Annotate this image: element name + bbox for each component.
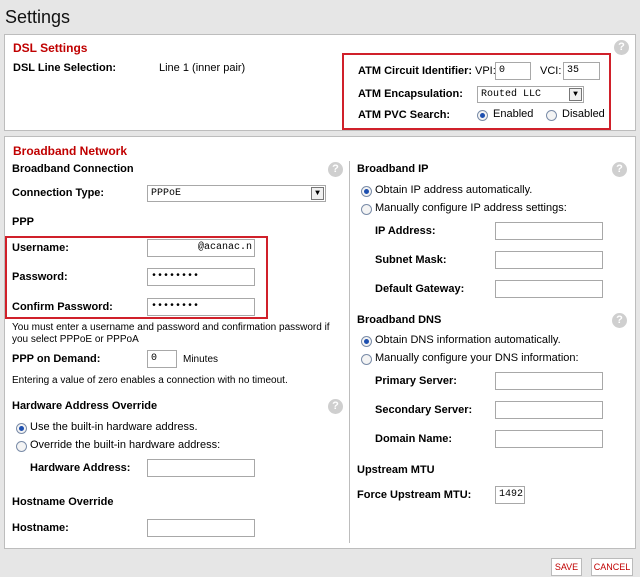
default-gateway-label: Default Gateway: (375, 283, 465, 295)
help-icon[interactable]: ? (328, 399, 343, 414)
help-icon[interactable]: ? (614, 40, 629, 55)
hostname-override-heading: Hostname Override (12, 496, 114, 508)
ppp-heading: PPP (12, 216, 35, 228)
dns-auto-radio[interactable] (361, 336, 372, 347)
hardware-builtin-radio[interactable] (16, 423, 27, 434)
zero-timeout-note: Entering a value of zero enables a conne… (12, 375, 288, 386)
ip-address-input[interactable] (495, 222, 603, 240)
upstream-mtu-heading: Upstream MTU (357, 464, 435, 476)
subnet-mask-input[interactable] (495, 251, 603, 269)
ip-address-label: IP Address: (375, 225, 436, 237)
atm-encapsulation-label: ATM Encapsulation: (358, 88, 463, 100)
confirm-password-label: Confirm Password: (12, 301, 113, 313)
secondary-server-input[interactable] (495, 401, 603, 419)
ip-auto-label: Obtain IP address automatically. (375, 184, 533, 196)
force-mtu-label: Force Upstream MTU: (357, 489, 472, 501)
pvc-enabled-radio[interactable] (477, 110, 488, 121)
vpi-label: VPI: (475, 65, 496, 77)
default-gateway-input[interactable] (495, 280, 603, 298)
broadband-section-title: Broadband Network (13, 144, 128, 158)
broadband-dns-heading: Broadband DNS (357, 314, 442, 326)
hardware-override-radio[interactable] (16, 441, 27, 452)
username-input[interactable]: @acanac.n (147, 239, 255, 257)
domain-name-input[interactable] (495, 430, 603, 448)
pvc-search-label: ATM PVC Search: (358, 109, 451, 121)
secondary-server-label: Secondary Server: (375, 404, 473, 416)
pvc-enabled-label: Enabled (493, 108, 534, 120)
pvc-disabled-label: Disabled (562, 108, 605, 120)
connection-type-select[interactable]: PPPoE ▼ (147, 185, 326, 202)
cancel-button[interactable]: CANCEL (591, 558, 633, 576)
pvc-disabled-radio[interactable] (546, 110, 557, 121)
dsl-line-selection-label: DSL Line Selection: (13, 62, 117, 74)
ppp-on-demand-input[interactable]: 0 (147, 350, 177, 368)
broadband-connection-heading: Broadband Connection (12, 163, 134, 175)
ip-manual-radio[interactable] (361, 204, 372, 215)
page-title: Settings (5, 7, 71, 27)
hostname-label: Hostname: (12, 522, 69, 534)
help-icon[interactable]: ? (612, 313, 627, 328)
vci-input[interactable]: 35 (563, 62, 600, 80)
primary-server-input[interactable] (495, 372, 603, 390)
ip-auto-radio[interactable] (361, 186, 372, 197)
broadband-ip-heading: Broadband IP (357, 163, 429, 175)
password-label: Password: (12, 271, 68, 283)
ppp-on-demand-unit: Minutes (183, 354, 219, 365)
column-divider (349, 161, 350, 543)
hardware-address-label: Hardware Address: (30, 462, 131, 474)
atm-encapsulation-value: Routed LLC (481, 89, 542, 100)
subnet-mask-label: Subnet Mask: (375, 254, 447, 266)
username-value: @acanac.n (198, 242, 253, 253)
hardware-override-heading: Hardware Address Override (12, 400, 158, 412)
dns-manual-label: Manually configure your DNS information: (375, 352, 579, 364)
ppp-on-demand-label: PPP on Demand: (12, 353, 101, 365)
atm-circuit-label: ATM Circuit Identifier: (358, 65, 473, 77)
dns-manual-radio[interactable] (361, 354, 372, 365)
save-button[interactable]: SAVE (551, 558, 582, 576)
atm-encapsulation-select[interactable]: Routed LLC ▼ (477, 86, 584, 103)
primary-server-label: Primary Server: (375, 375, 457, 387)
dsl-section-title: DSL Settings (13, 41, 88, 55)
domain-name-label: Domain Name: (375, 433, 453, 445)
hardware-builtin-label: Use the built-in hardware address. (30, 421, 198, 433)
confirm-password-input[interactable]: •••••••• (147, 298, 255, 316)
ip-manual-label: Manually configure IP address settings: (375, 202, 567, 214)
hardware-address-input[interactable] (147, 459, 255, 477)
dns-auto-label: Obtain DNS information automatically. (375, 334, 561, 346)
vci-label: VCI: (540, 65, 562, 77)
chevron-down-icon: ▼ (311, 187, 324, 200)
hardware-override-label: Override the built-in hardware address: (30, 439, 221, 451)
help-icon[interactable]: ? (612, 162, 627, 177)
dsl-line-selection-value: Line 1 (inner pair) (159, 62, 246, 74)
connection-type-label: Connection Type: (12, 187, 105, 199)
password-input[interactable]: •••••••• (147, 268, 255, 286)
chevron-down-icon: ▼ (569, 88, 582, 101)
credentials-note: You must enter a username and password a… (12, 322, 330, 345)
username-label: Username: (12, 242, 69, 254)
force-mtu-input[interactable]: 1492 (495, 486, 525, 504)
help-icon[interactable]: ? (328, 162, 343, 177)
hostname-input[interactable] (147, 519, 255, 537)
connection-type-value: PPPoE (151, 188, 182, 199)
vpi-input[interactable]: 0 (495, 62, 531, 80)
